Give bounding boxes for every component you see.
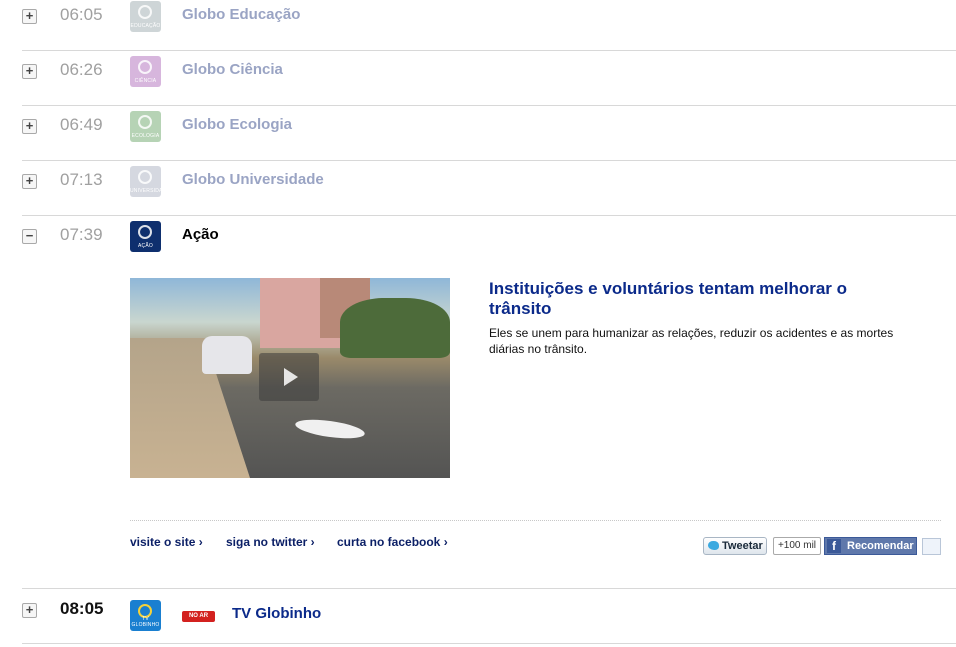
schedule-row: + 06:49 ECOLOGIA Globo Ecologia: [22, 105, 956, 161]
expand-toggle[interactable]: +: [22, 9, 37, 24]
facebook-recommend-button[interactable]: f Recomendar: [824, 537, 917, 555]
tv-globinho-logo-icon: TV GLOBINHO: [130, 600, 161, 631]
live-badge: NO AR: [182, 611, 215, 622]
program-time: 08:05: [60, 599, 104, 618]
expand-toggle[interactable]: +: [22, 119, 37, 134]
globo-ciencia-logo-icon: CIÊNCIA: [130, 56, 161, 87]
program-time: 06:05: [60, 5, 103, 24]
logo-caption: EDUCAÇÃO: [130, 23, 161, 29]
acao-logo-icon: AÇÃO: [130, 221, 161, 252]
logo-caption: CIÊNCIA: [134, 78, 157, 84]
schedule-row: + 08:05 TV GLOBINHO NO AR TV Globinho: [22, 589, 956, 644]
program-title[interactable]: Ação: [182, 226, 219, 243]
expand-toggle[interactable]: +: [22, 174, 37, 189]
news-description: Eles se unem para humanizar as relações,…: [489, 326, 894, 356]
video-player[interactable]: [130, 278, 450, 478]
visit-site-link[interactable]: visite o site ›: [130, 535, 203, 549]
logo-caption: ECOLOGIA: [131, 133, 160, 139]
share-count: +100 mil: [773, 537, 821, 555]
globo-ecologia-logo-icon: ECOLOGIA: [130, 111, 161, 142]
globo-educacao-logo-icon: EDUCAÇÃO: [130, 1, 161, 32]
facebook-icon: f: [827, 539, 841, 553]
schedule-row: + 07:13 UNIVERSIDADE Globo Universidade: [22, 160, 956, 216]
tweet-button[interactable]: Tweetar: [703, 537, 767, 555]
expand-toggle[interactable]: +: [22, 64, 37, 79]
facebook-count-box: [922, 538, 941, 555]
twitter-bird-icon: [708, 541, 719, 550]
divider: [130, 520, 941, 521]
play-button[interactable]: [259, 353, 319, 401]
program-title[interactable]: Globo Educação: [182, 6, 300, 23]
logo-caption: UNIVERSIDADE: [130, 188, 170, 194]
program-time: 07:13: [60, 170, 103, 189]
news-headline[interactable]: Instituições e voluntários tentam melhor…: [489, 279, 909, 319]
facebook-link[interactable]: curta no facebook ›: [337, 535, 448, 549]
collapse-toggle[interactable]: −: [22, 229, 37, 244]
play-icon: [284, 368, 298, 386]
schedule-row: + 06:05 EDUCAÇÃO Globo Educação: [22, 0, 956, 51]
logo-caption: AÇÃO: [138, 243, 153, 249]
program-title[interactable]: Globo Universidade: [182, 171, 324, 188]
globo-universidade-logo-icon: UNIVERSIDADE: [130, 166, 170, 197]
twitter-link[interactable]: siga no twitter ›: [226, 535, 315, 549]
program-time: 06:49: [60, 115, 103, 134]
program-title[interactable]: Globo Ciência: [182, 61, 283, 78]
expand-toggle[interactable]: +: [22, 603, 37, 618]
schedule-row: + 06:26 CIÊNCIA Globo Ciência: [22, 50, 956, 106]
program-title[interactable]: Globo Ecologia: [182, 116, 292, 133]
program-time: 07:39: [60, 225, 103, 244]
program-time: 06:26: [60, 60, 103, 79]
program-title[interactable]: TV Globinho: [232, 605, 321, 622]
logo-caption: TV GLOBINHO: [131, 616, 160, 628]
